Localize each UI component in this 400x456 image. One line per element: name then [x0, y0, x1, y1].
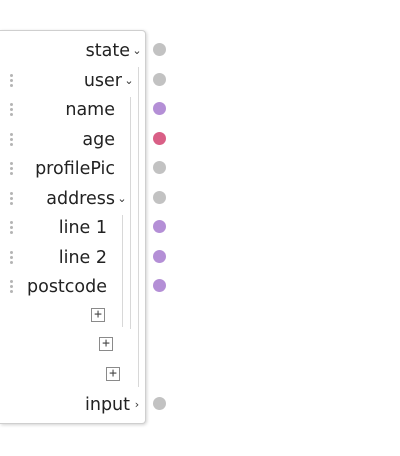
add-user-field-button[interactable]: + [99, 337, 113, 351]
tree-row-line2[interactable]: line 2 [0, 244, 146, 272]
postcode-port-dot[interactable] [153, 279, 166, 292]
drag-handle-icon[interactable] [10, 251, 13, 265]
chevron-down-icon[interactable]: ⌄ [124, 73, 134, 87]
tree-row-state[interactable]: state ⌄ [0, 37, 146, 65]
user-port-dot[interactable] [153, 73, 166, 86]
tree-row-address[interactable]: address ⌄ [0, 185, 146, 213]
chevron-down-icon[interactable]: ⌄ [132, 43, 142, 57]
tree-row-profilepic[interactable]: profilePic [0, 155, 146, 183]
tree-row-age[interactable]: age [0, 126, 146, 154]
line1-label: line 1 [58, 218, 107, 238]
drag-handle-icon[interactable] [10, 162, 13, 176]
chevron-down-icon[interactable]: ⌄ [117, 191, 127, 205]
drag-handle-icon[interactable] [10, 280, 13, 294]
tree-row-line1[interactable]: line 1 [0, 214, 146, 242]
postcode-label: postcode [27, 277, 107, 297]
line2-port-dot[interactable] [153, 250, 166, 263]
address-label: address [46, 189, 115, 209]
drag-handle-icon[interactable] [10, 103, 13, 117]
tree-row-input[interactable]: input › [0, 391, 146, 419]
chevron-right-icon[interactable]: › [132, 397, 142, 411]
user-label: user [83, 71, 122, 91]
tree-row-postcode[interactable]: postcode [0, 273, 146, 301]
line1-port-dot[interactable] [153, 220, 166, 233]
name-port-dot[interactable] [153, 102, 166, 115]
input-label: input [84, 395, 130, 415]
profilepic-port-dot[interactable] [153, 161, 166, 174]
drag-handle-icon[interactable] [10, 74, 13, 88]
add-state-field-button[interactable]: + [106, 367, 120, 381]
drag-handle-icon[interactable] [10, 133, 13, 147]
profilepic-label: profilePic [35, 159, 115, 179]
address-port-dot[interactable] [153, 191, 166, 204]
input-port-dot[interactable] [153, 397, 166, 410]
age-label: age [82, 130, 115, 150]
state-tree-view: state ⌄ user ⌄ name age profilePic addre… [0, 0, 400, 456]
tree-row-name[interactable]: name [0, 96, 146, 124]
add-address-field-button[interactable]: + [91, 308, 105, 322]
tree-row-user[interactable]: user ⌄ [0, 67, 146, 95]
state-label: state [85, 41, 130, 61]
drag-handle-icon[interactable] [10, 192, 13, 206]
name-label: name [65, 100, 115, 120]
line2-label: line 2 [58, 248, 107, 268]
state-panel: state ⌄ user ⌄ name age profilePic addre… [0, 30, 146, 424]
drag-handle-icon[interactable] [10, 221, 13, 235]
age-port-dot[interactable] [153, 132, 166, 145]
state-port-dot[interactable] [153, 43, 166, 56]
